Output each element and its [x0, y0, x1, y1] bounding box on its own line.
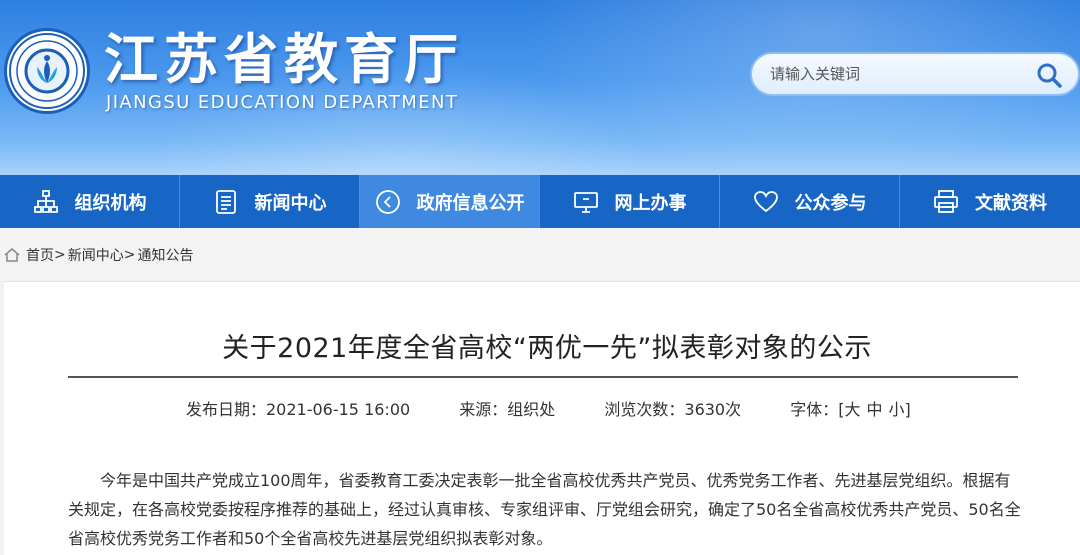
printer-icon [933, 189, 959, 215]
search-box [750, 52, 1080, 96]
home-icon [4, 247, 20, 263]
breadcrumb: 首页 > 新闻中心 > 通知公告 [0, 228, 1080, 281]
main-nav: 组织机构 新闻中心 政府信息公开 网上办事 公众参与 文献资料 [0, 175, 1080, 228]
nav-item-organization[interactable]: 组织机构 [0, 175, 180, 228]
nav-item-label: 政府信息公开 [416, 192, 525, 214]
font-bracket-close: ] [904, 400, 911, 419]
font-size-control: 字体：[大中小] [790, 400, 911, 419]
nav-item-label: 组织机构 [74, 192, 147, 214]
search-icon[interactable] [1034, 60, 1064, 90]
publish-date: 发布日期：2021-06-15 16:00 [186, 400, 411, 419]
nav-item-public-participation[interactable]: 公众参与 [720, 175, 900, 228]
nav-item-documents[interactable]: 文献资料 [900, 175, 1080, 228]
font-small-button[interactable]: 小 [889, 400, 905, 419]
view-count: 浏览次数：3630次 [604, 400, 742, 419]
nav-item-label: 新闻中心 [254, 192, 327, 214]
emblem-icon[interactable] [4, 28, 90, 114]
nav-item-gov-info[interactable]: 政府信息公开 [360, 175, 540, 228]
site-subtitle: JIANGSU EDUCATION DEPARTMENT [106, 92, 459, 113]
breadcrumb-separator: > [54, 246, 66, 263]
nav-item-label: 公众参与 [794, 192, 867, 214]
article-title: 关于2021年度全省高校“两优一先”拟表彰对象的公示 [222, 333, 872, 364]
font-large-button[interactable]: 大 [844, 400, 860, 419]
article-source: 来源：组织处 [459, 400, 556, 419]
monitor-icon [573, 189, 599, 215]
font-size-label: 字体： [790, 400, 839, 419]
font-medium-button[interactable]: 中 [867, 400, 883, 419]
article-meta: 发布日期：2021-06-15 16:00 来源：组织处 浏览次数：3630次 … [186, 396, 911, 420]
breadcrumb-separator: > [123, 246, 136, 263]
breadcrumb-notices[interactable]: 通知公告 [137, 245, 193, 265]
play-circle-icon [375, 189, 401, 215]
site-title: 江苏省教育厅 [104, 28, 464, 91]
nav-item-label: 文献资料 [975, 192, 1047, 214]
heart-icon [753, 189, 779, 215]
document-icon [213, 189, 239, 215]
nav-item-label: 网上办事 [614, 192, 687, 214]
search-input[interactable] [770, 62, 1030, 86]
nav-item-online-service[interactable]: 网上办事 [540, 175, 720, 228]
article-body: 今年是中国共产党成立100周年，省委教育工委决定表彰一批全省高校优秀共产党员、优… [68, 471, 1021, 548]
breadcrumb-news[interactable]: 新闻中心 [68, 245, 124, 265]
title-divider [68, 376, 1018, 378]
org-chart-icon [33, 189, 59, 215]
nav-item-news[interactable]: 新闻中心 [180, 175, 360, 228]
site-header: 江苏省教育厅 JIANGSU EDUCATION DEPARTMENT [0, 0, 1080, 175]
breadcrumb-home[interactable]: 首页 [26, 245, 54, 265]
article-panel: 关于2021年度全省高校“两优一先”拟表彰对象的公示 发布日期：2021-06-… [4, 281, 1080, 555]
